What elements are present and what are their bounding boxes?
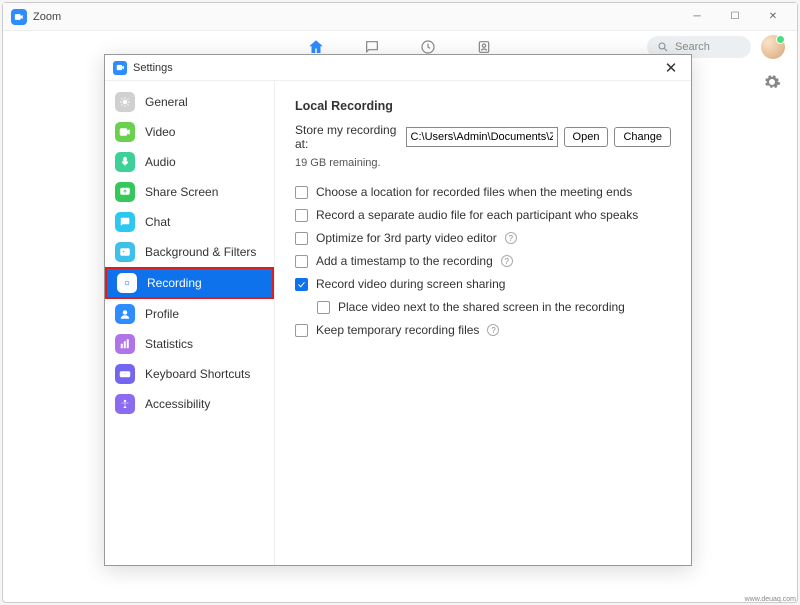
change-folder-button[interactable]: Change xyxy=(614,127,671,147)
help-icon[interactable]: ? xyxy=(487,324,499,336)
option-row: Keep temporary recording files ? xyxy=(295,323,671,337)
option-label: Choose a location for recorded files whe… xyxy=(316,185,632,199)
option-label: Place video next to the shared screen in… xyxy=(338,300,625,314)
help-icon[interactable]: ? xyxy=(505,232,517,244)
main-titlebar: Zoom ─ ☐ ✕ xyxy=(3,3,797,31)
checkbox[interactable] xyxy=(317,301,330,314)
maximize-button[interactable]: ☐ xyxy=(719,7,751,27)
settings-sidebar: General Video Audio Share Screen Chat Backgro… xyxy=(105,81,275,565)
sidebar-item-chat[interactable]: Chat xyxy=(105,207,274,237)
checkbox[interactable] xyxy=(295,255,308,268)
local-recording-heading: Local Recording xyxy=(295,99,671,113)
remaining-storage-text: 19 GB remaining. xyxy=(295,157,671,169)
store-at-label: Store my recording at: xyxy=(295,123,400,151)
sidebar-item-label: Keyboard Shortcuts xyxy=(145,367,250,381)
settings-window: Settings ✕ General Video Audio Share Screen… xyxy=(104,54,692,566)
search-label: Search xyxy=(675,41,710,53)
option-label: Record a separate audio file for each pa… xyxy=(316,208,638,222)
sidebar-item-label: General xyxy=(145,95,188,109)
close-main-button[interactable]: ✕ xyxy=(757,7,789,27)
option-label: Add a timestamp to the recording xyxy=(316,254,493,268)
sidebar-item-label: Profile xyxy=(145,307,179,321)
sidebar-item-general[interactable]: General xyxy=(105,87,274,117)
checkbox[interactable] xyxy=(295,278,308,291)
general-icon xyxy=(115,92,135,112)
recording-panel: Local Recording Store my recording at: O… xyxy=(275,81,691,565)
sidebar-item-label: Audio xyxy=(145,155,176,169)
settings-title: Settings xyxy=(133,62,173,74)
profile-icon xyxy=(115,304,135,324)
video-icon xyxy=(115,122,135,142)
watermark-text: www.deuaq.com xyxy=(745,596,796,603)
sidebar-item-keyboard-shortcuts[interactable]: Keyboard Shortcuts xyxy=(105,359,274,389)
share-screen-icon xyxy=(115,182,135,202)
sidebar-item-label: Accessibility xyxy=(145,397,210,411)
zoom-logo-icon xyxy=(11,9,27,25)
minimize-button[interactable]: ─ xyxy=(681,7,713,27)
sidebar-item-audio[interactable]: Audio xyxy=(105,147,274,177)
sidebar-item-statistics[interactable]: Statistics xyxy=(105,329,274,359)
keyboard-shortcuts-icon xyxy=(115,364,135,384)
checkbox[interactable] xyxy=(295,324,308,337)
user-avatar[interactable] xyxy=(761,35,785,59)
sidebar-item-share-screen[interactable]: Share Screen xyxy=(105,177,274,207)
option-label: Optimize for 3rd party video editor xyxy=(316,231,497,245)
sidebar-item-accessibility[interactable]: Accessibility xyxy=(105,389,274,419)
accessibility-icon xyxy=(115,394,135,414)
zoom-logo-icon xyxy=(113,61,127,75)
settings-titlebar: Settings ✕ xyxy=(105,55,691,81)
chat-icon xyxy=(115,212,135,232)
sidebar-item-recording[interactable]: Recording xyxy=(105,267,274,299)
checkbox[interactable] xyxy=(295,209,308,222)
option-label: Record video during screen sharing xyxy=(316,277,505,291)
statistics-icon xyxy=(115,334,135,354)
option-row: Add a timestamp to the recording ? xyxy=(295,254,671,268)
sidebar-item-label: Chat xyxy=(145,215,170,229)
checkbox[interactable] xyxy=(295,186,308,199)
option-label: Keep temporary recording files xyxy=(316,323,479,337)
sidebar-item-label: Share Screen xyxy=(145,185,218,199)
settings-gear-icon[interactable] xyxy=(763,73,781,96)
open-folder-button[interactable]: Open xyxy=(564,127,609,147)
help-icon[interactable]: ? xyxy=(501,255,513,267)
sidebar-item-label: Recording xyxy=(147,276,202,290)
option-row: Optimize for 3rd party video editor ? xyxy=(295,231,671,245)
main-window-title: Zoom xyxy=(33,11,61,23)
sidebar-item-label: Statistics xyxy=(145,337,193,351)
option-row: Place video next to the shared screen in… xyxy=(317,300,671,314)
sidebar-item-profile[interactable]: Profile xyxy=(105,299,274,329)
sidebar-item-label: Video xyxy=(145,125,175,139)
recording-path-input[interactable] xyxy=(406,127,558,147)
close-settings-button[interactable]: ✕ xyxy=(659,56,683,80)
recording-icon xyxy=(117,273,137,293)
sidebar-item-video[interactable]: Video xyxy=(105,117,274,147)
background-filters-icon xyxy=(115,242,135,262)
audio-icon xyxy=(115,152,135,172)
option-row: Choose a location for recorded files whe… xyxy=(295,185,671,199)
checkbox[interactable] xyxy=(295,232,308,245)
option-row: Record a separate audio file for each pa… xyxy=(295,208,671,222)
sidebar-item-background-filters[interactable]: Background & Filters xyxy=(105,237,274,267)
sidebar-item-label: Background & Filters xyxy=(145,245,256,259)
option-row: Record video during screen sharing xyxy=(295,277,671,291)
